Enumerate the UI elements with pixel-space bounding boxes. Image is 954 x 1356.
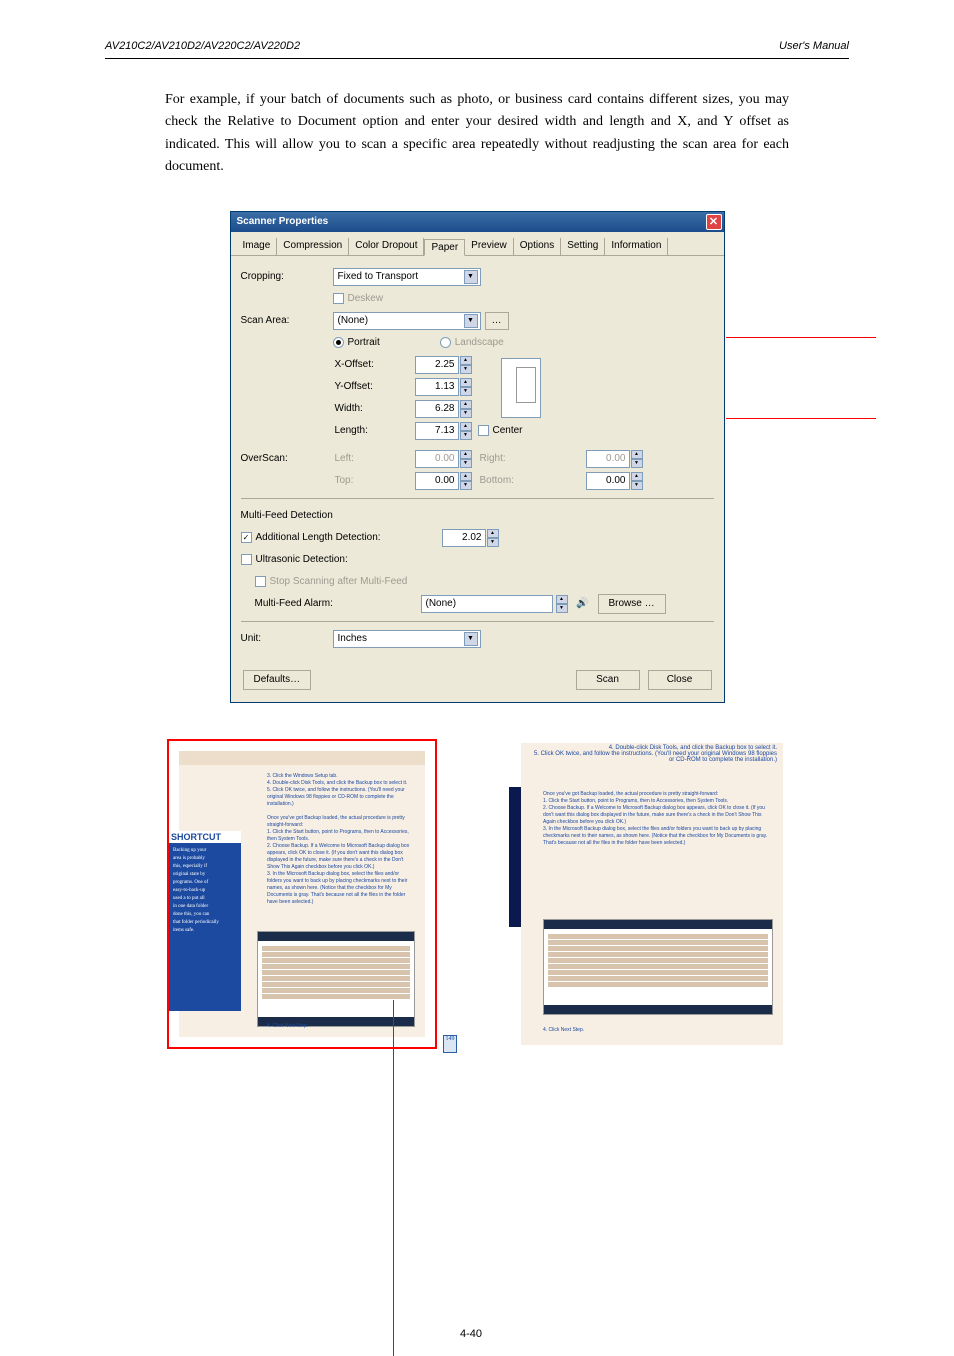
tab-compression[interactable]: Compression bbox=[277, 238, 349, 255]
length-value: 7.13 bbox=[415, 422, 459, 440]
mf-alarm-up[interactable]: ▲ bbox=[556, 595, 568, 604]
os-right-stepper: 0.00▲▼ bbox=[586, 450, 643, 468]
mf-alarm-value: (None) bbox=[426, 598, 457, 609]
defaults-button[interactable]: Defaults… bbox=[243, 670, 312, 690]
callout-arrow bbox=[726, 337, 876, 338]
xoffset-stepper[interactable]: 2.25▲▼ bbox=[415, 356, 472, 374]
os-bottom-stepper[interactable]: 0.00▲▼ bbox=[586, 472, 643, 490]
doc-right: User's Manual bbox=[779, 40, 849, 52]
landscape-label: Landscape bbox=[455, 337, 504, 348]
mf-add-value: 2.02 bbox=[442, 529, 486, 547]
xoffset-value: 2.25 bbox=[415, 356, 459, 374]
mf-label: Multi-Feed Detection bbox=[241, 510, 333, 521]
yoffset-stepper[interactable]: 1.13▲▼ bbox=[415, 378, 472, 396]
width-stepper[interactable]: 6.28▲▼ bbox=[415, 400, 472, 418]
page-number: 4-40 bbox=[460, 1328, 482, 1340]
example-images: Using Programs When Your PC Needs a Tune… bbox=[0, 739, 954, 1049]
yoffset-value: 1.13 bbox=[415, 378, 459, 396]
mf-stop-checkbox bbox=[255, 576, 266, 587]
width-label: Width: bbox=[335, 403, 415, 414]
scan-button[interactable]: Scan bbox=[576, 670, 640, 690]
close-button[interactable]: Close bbox=[648, 670, 712, 690]
speaker-icon[interactable]: 🔊 bbox=[574, 595, 592, 613]
chevron-down-icon: ▼ bbox=[464, 270, 478, 284]
os-top-stepper[interactable]: 0.00▲▼ bbox=[415, 472, 472, 490]
mf-add-stepper[interactable]: 2.02▲▼ bbox=[442, 529, 499, 547]
tab-setting[interactable]: Setting bbox=[561, 238, 605, 255]
length-label: Length: bbox=[335, 425, 415, 436]
deskew-label: Deskew bbox=[348, 293, 384, 304]
yoffset-label: Y-Offset: bbox=[335, 381, 415, 392]
portrait-label: Portrait bbox=[348, 337, 380, 348]
os-top-label: Top: bbox=[335, 475, 415, 486]
mf-add-checkbox[interactable]: ✓ bbox=[241, 532, 252, 543]
length-stepper[interactable]: 7.13▲▼ bbox=[415, 422, 472, 440]
offset-preview bbox=[501, 358, 541, 418]
overscan-label: OverScan: bbox=[241, 453, 333, 464]
center-label: Center bbox=[493, 425, 523, 436]
mf-ultra-label: Ultrasonic Detection: bbox=[256, 554, 348, 565]
unit-label: Unit: bbox=[241, 633, 333, 644]
deskew-checkbox bbox=[333, 293, 344, 304]
tab-color-dropout[interactable]: Color Dropout bbox=[349, 238, 424, 255]
os-right-value: 0.00 bbox=[586, 450, 630, 468]
cropping-dropdown[interactable]: Fixed to Transport ▼ bbox=[333, 268, 481, 286]
chevron-down-icon: ▼ bbox=[464, 632, 478, 646]
callout-arrow bbox=[726, 418, 876, 419]
doc-model: AV210C2/AV210D2/AV220C2/AV220D2 bbox=[105, 40, 300, 52]
example-page-right: 4. Double-click Disk Tools, and click th… bbox=[517, 739, 787, 1049]
chevron-down-icon: ▼ bbox=[464, 314, 478, 328]
width-value: 6.28 bbox=[415, 400, 459, 418]
unit-value: Inches bbox=[338, 633, 367, 644]
xoffset-label: X-Offset: bbox=[335, 359, 415, 370]
tab-paper[interactable]: Paper bbox=[424, 239, 465, 256]
portrait-radio[interactable] bbox=[333, 337, 344, 348]
mf-alarm-down[interactable]: ▼ bbox=[556, 604, 568, 613]
mf-alarm-label: Multi-Feed Alarm: bbox=[241, 598, 421, 609]
cropping-label: Cropping: bbox=[241, 271, 333, 282]
page-tab-icon: 149 bbox=[443, 1035, 457, 1053]
close-icon[interactable]: ✕ bbox=[706, 214, 722, 230]
scanarea-value: (None) bbox=[338, 315, 369, 326]
os-bottom-value: 0.00 bbox=[586, 472, 630, 490]
body-paragraph: For example, if your batch of documents … bbox=[0, 59, 954, 179]
scanarea-more-button[interactable]: … bbox=[485, 312, 509, 330]
tab-information[interactable]: Information bbox=[605, 238, 668, 255]
callout-line bbox=[393, 1000, 394, 1356]
tab-preview[interactable]: Preview bbox=[465, 238, 514, 255]
tab-strip: Image Compression Color Dropout Paper Pr… bbox=[231, 232, 724, 256]
browse-button[interactable]: Browse … bbox=[598, 594, 666, 614]
os-left-label: Left: bbox=[335, 453, 415, 464]
mf-add-label: Additional Length Detection: bbox=[256, 532, 442, 543]
tab-options[interactable]: Options bbox=[514, 238, 561, 255]
os-right-label: Right: bbox=[480, 453, 526, 464]
scanner-properties-dialog: Scanner Properties ✕ Image Compression C… bbox=[230, 211, 725, 703]
landscape-radio bbox=[440, 337, 451, 348]
os-left-value: 0.00 bbox=[415, 450, 459, 468]
center-checkbox[interactable] bbox=[478, 425, 489, 436]
scanarea-dropdown[interactable]: (None) ▼ bbox=[333, 312, 481, 330]
unit-dropdown[interactable]: Inches ▼ bbox=[333, 630, 481, 648]
mf-ultra-checkbox[interactable] bbox=[241, 554, 252, 565]
os-top-value: 0.00 bbox=[415, 472, 459, 490]
mf-stop-label: Stop Scanning after Multi-Feed bbox=[270, 576, 408, 587]
scanarea-label: Scan Area: bbox=[241, 315, 333, 326]
dialog-title: Scanner Properties bbox=[237, 216, 329, 227]
os-left-stepper: 0.00▲▼ bbox=[415, 450, 472, 468]
cropping-value: Fixed to Transport bbox=[338, 271, 419, 282]
example-page-left: Using Programs When Your PC Needs a Tune… bbox=[167, 739, 437, 1049]
mf-alarm-dropdown[interactable]: (None) bbox=[421, 595, 553, 613]
os-bottom-label: Bottom: bbox=[480, 475, 526, 486]
tab-image[interactable]: Image bbox=[237, 238, 278, 255]
